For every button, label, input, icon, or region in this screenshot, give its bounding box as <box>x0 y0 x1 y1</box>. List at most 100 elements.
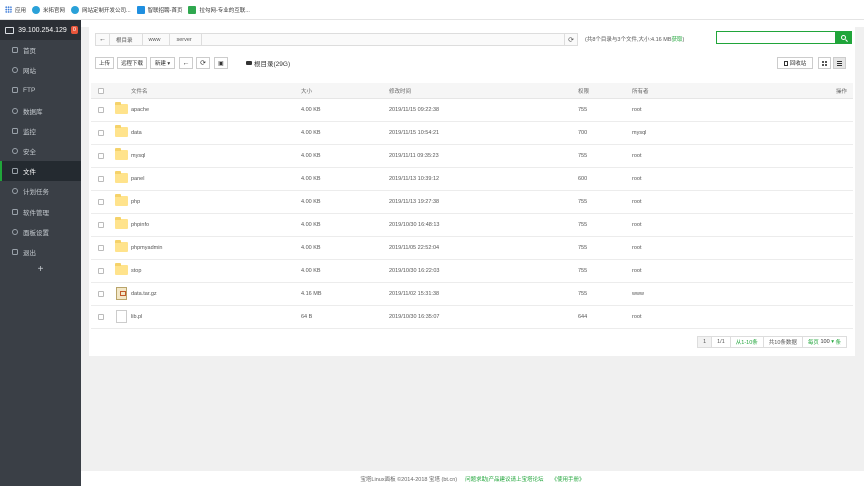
sidebar-item-10[interactable]: 退出 <box>0 242 81 262</box>
file-name[interactable]: mysql <box>131 153 145 159</box>
file-name[interactable]: data.tar.gz <box>131 291 157 297</box>
select-all-checkbox[interactable] <box>98 87 104 94</box>
file-permission[interactable]: 700 <box>578 130 587 136</box>
row-checkbox[interactable] <box>98 268 104 274</box>
add-menu-button[interactable]: + <box>0 262 81 275</box>
recycle-bin-button[interactable]: 回收站 <box>777 57 813 69</box>
disk-selector[interactable]: 根目录(29G) <box>246 58 290 68</box>
file-permission[interactable]: 755 <box>578 199 587 205</box>
table-row[interactable]: apache 4.00 KB 2019/11/15 09:22:38 755 root <box>91 99 853 122</box>
sidebar-item-3[interactable]: 数据库 <box>0 101 81 121</box>
header-name[interactable]: 文件名 <box>131 87 148 95</box>
file-owner[interactable]: www <box>632 291 644 297</box>
row-checkbox[interactable] <box>98 199 104 205</box>
file-name[interactable]: lib.pl <box>131 314 142 320</box>
file-owner[interactable]: root <box>632 199 641 205</box>
file-permission[interactable]: 755 <box>578 291 587 297</box>
row-checkbox[interactable] <box>98 130 104 136</box>
sidebar-item-9[interactable]: 面板设置 <box>0 222 81 242</box>
row-checkbox[interactable] <box>98 314 104 320</box>
file-name[interactable]: panel <box>131 176 144 182</box>
file-permission[interactable]: 755 <box>578 153 587 159</box>
file-owner[interactable]: mysql <box>632 130 646 136</box>
header-size[interactable]: 大小 <box>301 87 312 95</box>
refresh-button[interactable]: ⟳ <box>196 57 210 69</box>
file-owner[interactable]: root <box>632 176 641 182</box>
sidebar-item-8[interactable]: 软件管理 <box>0 202 81 222</box>
grid-view-button[interactable] <box>818 57 831 69</box>
row-checkbox[interactable] <box>98 291 104 297</box>
file-permission[interactable]: 755 <box>578 245 587 251</box>
search-button[interactable] <box>835 31 852 44</box>
bookmark-zhaopin[interactable]: 智联招聘-首页 <box>136 5 182 14</box>
bookmark-mito[interactable]: 米拓官网 <box>32 5 65 14</box>
table-row[interactable]: stop 4.00 KB 2019/10/30 16:22:03 755 root <box>91 260 853 283</box>
home-icon <box>12 47 18 54</box>
table-row[interactable]: php 4.00 KB 2019/11/13 19:27:38 755 root <box>91 191 853 214</box>
sidebar-item-5[interactable]: 安全 <box>0 141 81 161</box>
row-checkbox[interactable] <box>98 107 104 113</box>
page-current[interactable]: 1 <box>697 336 713 348</box>
footer-manual-link[interactable]: 《使用手册》 <box>552 475 585 483</box>
breadcrumb-root[interactable]: 根目录 <box>110 34 143 45</box>
file-owner[interactable]: root <box>632 222 641 228</box>
file-owner[interactable]: root <box>632 314 641 320</box>
file-name[interactable]: phpinfo <box>131 222 149 228</box>
row-checkbox[interactable] <box>98 176 104 182</box>
bookmark-lagou[interactable]: 拉勾网-专业的互联... <box>188 5 250 14</box>
sidebar-item-4[interactable]: 监控 <box>0 121 81 141</box>
sidebar-item-0[interactable]: 首页 <box>0 40 81 60</box>
file-permission[interactable]: 755 <box>578 107 587 113</box>
file-owner[interactable]: root <box>632 107 641 113</box>
path-refresh-button[interactable]: ⟳ <box>564 34 577 45</box>
sidebar-item-1[interactable]: 网站 <box>0 60 81 80</box>
table-row[interactable]: data.tar.gz 4.16 MB 2019/11/02 15:31:38 755… <box>91 283 853 306</box>
footer-forum-link[interactable]: 问题求助|产品建议请上宝塔论坛 <box>465 475 543 483</box>
row-checkbox[interactable] <box>98 153 104 159</box>
file-permission[interactable]: 755 <box>578 222 587 228</box>
file-name[interactable]: php <box>131 199 140 205</box>
file-permission[interactable]: 755 <box>578 268 587 274</box>
bookmark-apps[interactable]: 应用 <box>5 6 26 14</box>
folder-icon <box>115 125 128 137</box>
upload-button[interactable]: 上传 <box>95 57 114 69</box>
chevron-down-icon: ▾ <box>831 339 834 345</box>
sidebar-item-7[interactable]: 计划任务 <box>0 181 81 201</box>
file-size: 4.00 KB <box>301 199 321 205</box>
table-row[interactable]: phpinfo 4.00 KB 2019/10/30 16:48:13 755 root <box>91 214 853 237</box>
row-checkbox[interactable] <box>98 222 104 228</box>
sidebar-item-2[interactable]: FTP <box>0 80 81 100</box>
row-checkbox[interactable] <box>98 245 104 251</box>
file-permission[interactable]: 600 <box>578 176 587 182</box>
list-view-button[interactable] <box>833 57 846 69</box>
file-name[interactable]: data <box>131 130 142 136</box>
file-name[interactable]: apache <box>131 107 149 113</box>
terminal-button[interactable]: ▣ <box>214 57 228 69</box>
file-owner[interactable]: root <box>632 245 641 251</box>
get-size-link[interactable]: 获取 <box>672 37 683 43</box>
table-row[interactable]: panel 4.00 KB 2019/11/13 10:39:12 600 root <box>91 168 853 191</box>
file-owner[interactable]: root <box>632 153 641 159</box>
table-row[interactable]: data 4.00 KB 2019/11/15 10:54:21 700 mysql <box>91 122 853 145</box>
new-dropdown-button[interactable]: 新建 ▾ <box>150 57 175 69</box>
file-name[interactable]: phpmyadmin <box>131 245 163 251</box>
search-input[interactable] <box>716 31 837 44</box>
remote-download-button[interactable]: 远程下载 <box>117 57 147 69</box>
breadcrumb-server[interactable]: server <box>170 34 202 45</box>
sidebar-item-6[interactable]: 文件 <box>0 161 81 182</box>
sidebar-item-label: 首页 <box>23 48 36 56</box>
path-back-button[interactable]: ← <box>96 34 110 45</box>
breadcrumb-www[interactable]: www <box>143 34 171 45</box>
table-row[interactable]: mysql 4.00 KB 2019/11/11 09:35:23 755 root <box>91 145 853 168</box>
bookmark-web-dev[interactable]: 网站定制开发公司... <box>71 5 131 14</box>
server-ip: 39.100.254.129 <box>18 26 67 34</box>
table-row[interactable]: phpmyadmin 4.00 KB 2019/11/05 22:52:04 755 r… <box>91 237 853 260</box>
header-time[interactable]: 修改时间 <box>389 87 411 95</box>
back-button[interactable]: ← <box>179 57 193 69</box>
table-row[interactable]: lib.pl 64 B 2019/10/30 16:35:07 644 root <box>91 306 853 329</box>
file-permission[interactable]: 644 <box>578 314 587 320</box>
per-page-selector[interactable]: 每页 100 ▾ 条 <box>801 336 847 348</box>
notification-badge[interactable]: 0 <box>70 26 78 34</box>
file-owner[interactable]: root <box>632 268 641 274</box>
file-name[interactable]: stop <box>131 268 141 274</box>
